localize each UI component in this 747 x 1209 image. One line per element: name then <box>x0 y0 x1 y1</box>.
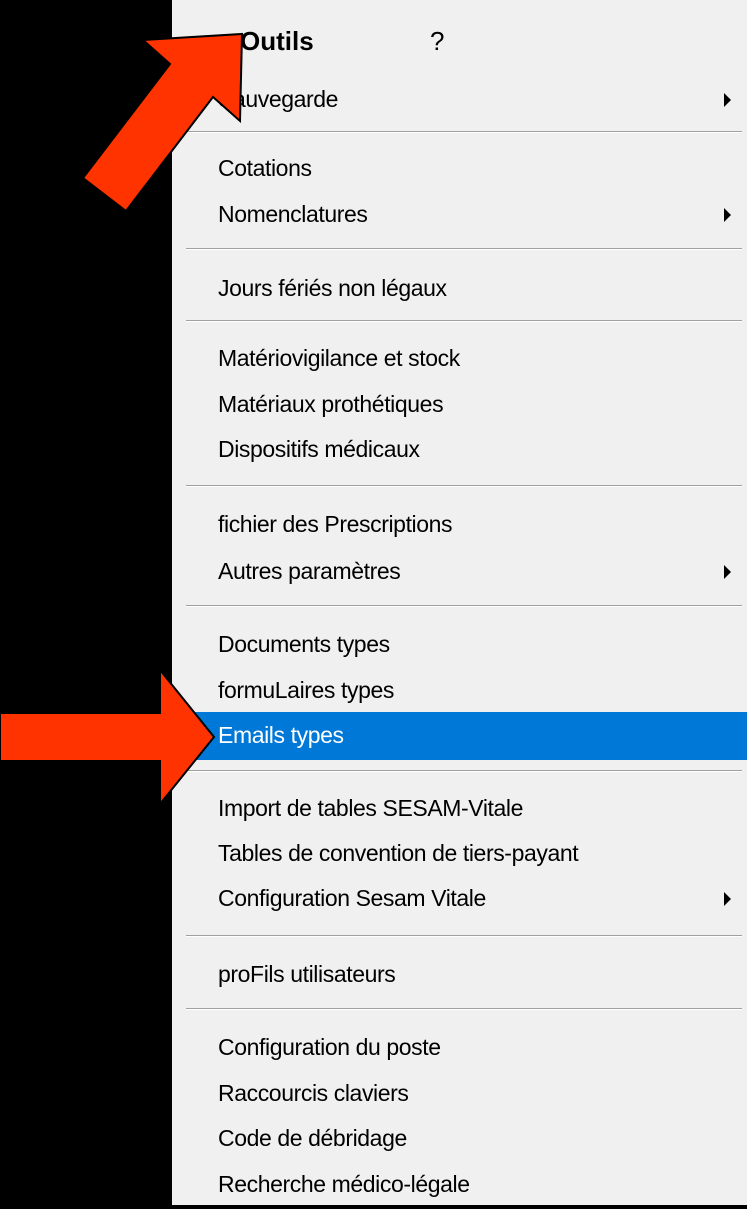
menu-item-raccourcis[interactable]: Raccourcis claviers <box>175 1070 747 1118</box>
menu-item-dispositifs[interactable]: Dispositifs médicaux <box>175 426 747 474</box>
menu-item-label: Raccourcis claviers <box>218 1080 409 1106</box>
menu-item-recherche[interactable]: Recherche médico-légale <box>175 1161 747 1209</box>
menu-item-prescriptions[interactable]: fichier des Prescriptions <box>175 501 747 549</box>
menu-outils[interactable]: Outils <box>240 26 314 57</box>
menu-item-config-sesam[interactable]: Configuration Sesam Vitale <box>175 875 747 923</box>
separator <box>186 248 742 250</box>
menu-item-label: Recherche médico-légale <box>218 1171 470 1197</box>
separator <box>186 320 742 322</box>
menu-item-label: Nomenclatures <box>218 201 368 227</box>
menu-item-label: proFils utilisateurs <box>218 961 396 987</box>
menu-item-emails-types[interactable]: Emails types <box>175 712 747 760</box>
menu-item-label: Dispositifs médicaux <box>218 436 420 462</box>
menu-item-label: Autres paramètres <box>218 558 401 584</box>
menu-item-label: fichier des Prescriptions <box>218 511 453 537</box>
submenu-arrow-icon <box>724 93 731 107</box>
submenu-arrow-icon <box>724 892 731 906</box>
submenu-arrow-icon <box>724 565 731 579</box>
menu-item-label: Tables de convention de tiers-payant <box>218 840 579 866</box>
separator <box>186 935 742 937</box>
menu-item-label: Code de débridage <box>218 1125 407 1151</box>
menu-item-nomenclatures[interactable]: Nomenclatures <box>175 191 747 239</box>
menu-item-label: Configuration du poste <box>218 1034 441 1060</box>
menu-item-label: Emails types <box>218 722 344 748</box>
separator <box>186 770 742 772</box>
menu-item-import-sesam[interactable]: Import de tables SESAM-Vitale <box>175 785 747 833</box>
menu-bar: Outils ? <box>172 18 747 64</box>
menu-item-label: Jours fériés non légaux <box>218 275 447 301</box>
separator <box>186 605 742 607</box>
menu-item-label: Import de tables SESAM-Vitale <box>218 795 524 821</box>
outils-dropdown: Sauvegarde Cotations Nomenclatures Jours… <box>172 66 747 1205</box>
menu-item-cotations[interactable]: Cotations <box>175 145 747 193</box>
menu-item-config-poste[interactable]: Configuration du poste <box>175 1024 747 1072</box>
separator <box>186 1008 742 1010</box>
separator <box>186 485 742 487</box>
menu-item-label: Matériovigilance et stock <box>218 345 460 371</box>
menu-item-label: Documents types <box>218 631 390 657</box>
menu-item-code-debridage[interactable]: Code de débridage <box>175 1115 747 1163</box>
menu-item-label: formuLaires types <box>218 677 394 703</box>
menu-item-autres-parametres[interactable]: Autres paramètres <box>175 548 747 596</box>
menu-item-materiaux[interactable]: Matériaux prothétiques <box>175 381 747 429</box>
menu-item-label: Matériaux prothétiques <box>218 391 444 417</box>
context-menu: Outils ? Sauvegarde Cotations Nomenclatu… <box>172 0 747 1205</box>
menu-item-label: Configuration Sesam Vitale <box>218 885 486 911</box>
menu-item-sauvegarde[interactable]: Sauvegarde <box>175 76 747 124</box>
menu-item-jours-feries[interactable]: Jours fériés non légaux <box>175 265 747 313</box>
menu-item-materiovigilance[interactable]: Matériovigilance et stock <box>175 335 747 383</box>
menu-item-label: Cotations <box>218 155 312 181</box>
menu-item-label: Sauvegarde <box>218 86 339 112</box>
menu-item-tables-convention[interactable]: Tables de convention de tiers-payant <box>175 830 747 878</box>
submenu-arrow-icon <box>724 208 731 222</box>
menu-help[interactable]: ? <box>430 26 444 57</box>
menu-item-documents-types[interactable]: Documents types <box>175 621 747 669</box>
menu-item-profils[interactable]: proFils utilisateurs <box>175 951 747 999</box>
separator <box>186 131 742 133</box>
menu-item-formulaires-types[interactable]: formuLaires types <box>175 667 747 715</box>
